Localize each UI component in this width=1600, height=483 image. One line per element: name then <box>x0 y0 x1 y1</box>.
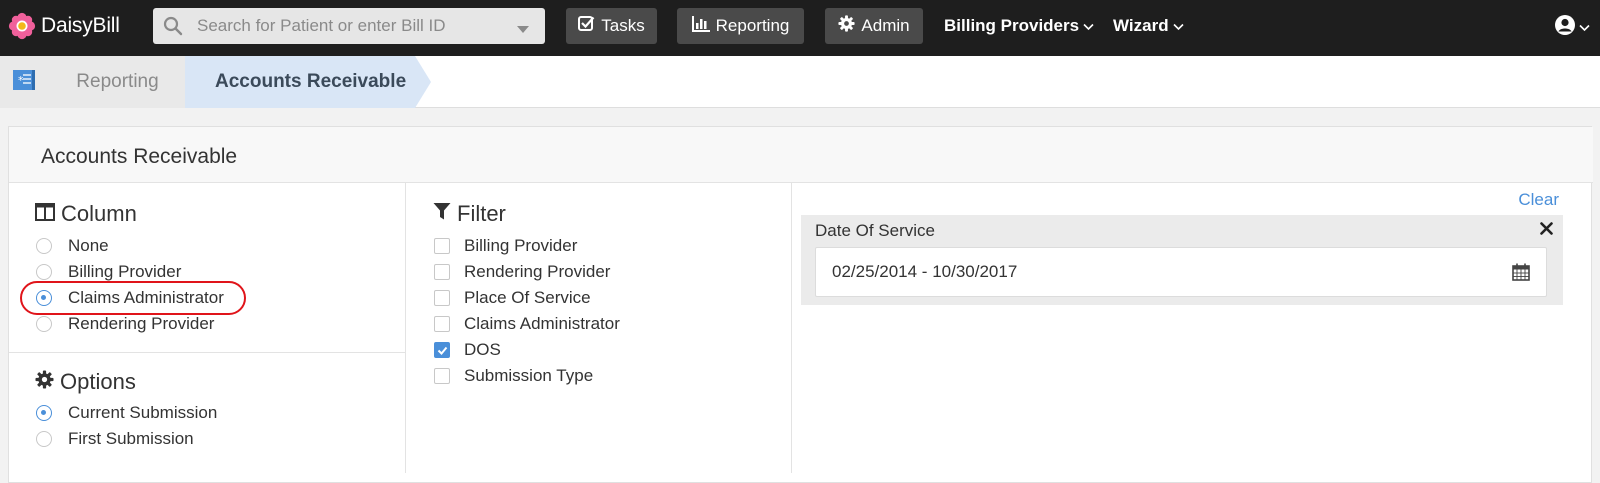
search-box[interactable] <box>153 8 545 44</box>
bar-chart-icon <box>691 15 710 37</box>
gear-icon <box>838 15 855 37</box>
checkbox[interactable] <box>434 316 450 332</box>
admin-button[interactable]: Admin <box>825 8 923 44</box>
option-label: Claims Administrator <box>464 314 620 333</box>
annotation-highlight-circle <box>20 281 246 315</box>
radio-button[interactable] <box>36 264 52 280</box>
column-option-billing-provider[interactable]: Billing Provider <box>36 261 181 283</box>
check-square-icon <box>578 15 595 37</box>
wizard-menu[interactable]: Wizard <box>1113 16 1184 36</box>
radio-button[interactable] <box>36 316 52 332</box>
gear-icon <box>35 369 54 395</box>
option-label: Billing Provider <box>464 236 578 255</box>
checkbox[interactable] <box>434 238 450 254</box>
filter-option-place-of-service[interactable]: Place Of Service <box>434 287 591 309</box>
user-avatar-icon <box>1554 14 1576 41</box>
billing-providers-menu[interactable]: Billing Providers <box>944 16 1094 36</box>
bill-document-icon: * <box>12 67 38 98</box>
top-navbar: DaisyBill Tasks Reporting Admin Billing … <box>0 0 1600 56</box>
breadcrumb: * Reporting Accounts Receivable <box>0 56 1600 108</box>
breadcrumb-item-reporting[interactable]: Reporting <box>50 56 185 108</box>
checkbox-checked[interactable] <box>434 342 450 358</box>
option-label: Billing Provider <box>68 262 182 281</box>
option-label: Rendering Provider <box>68 314 215 333</box>
clear-filters-link[interactable]: Clear <box>1518 190 1559 210</box>
active-filters-section: Clear Date Of Service 02/25/2014 - 10/30… <box>792 183 1592 473</box>
close-icon[interactable] <box>1540 222 1553 240</box>
wizard-label: Wizard <box>1113 16 1169 35</box>
option-label: Current Submission <box>68 403 218 422</box>
reporting-button[interactable]: Reporting <box>677 8 804 44</box>
checkbox[interactable] <box>434 264 450 280</box>
option-label: None <box>68 236 109 255</box>
column-options-section: Column None Billing Provider Claims Admi… <box>9 183 406 473</box>
breadcrumb-home[interactable]: * <box>0 56 50 108</box>
page-title: Accounts Receivable <box>41 145 238 168</box>
user-menu[interactable] <box>1554 14 1590 41</box>
option-label: DOS <box>464 340 501 359</box>
option-label: Place Of Service <box>464 288 591 307</box>
column-heading-label: Column <box>61 201 137 226</box>
breadcrumb-label: Reporting <box>76 71 159 92</box>
option-label: First Submission <box>68 429 194 448</box>
column-option-rendering-provider[interactable]: Rendering Provider <box>36 313 214 335</box>
filter-heading-label: Filter <box>457 201 506 226</box>
svg-text:*: * <box>18 74 24 87</box>
billing-providers-label: Billing Providers <box>944 16 1080 35</box>
radio-button-selected[interactable] <box>36 405 52 421</box>
filter-option-billing-provider[interactable]: Billing Provider <box>434 235 577 257</box>
section-divider <box>9 352 405 353</box>
columns-icon <box>35 201 55 227</box>
column-heading: Column <box>35 201 137 227</box>
search-input[interactable] <box>197 16 507 36</box>
filter-option-rendering-provider[interactable]: Rendering Provider <box>434 261 610 283</box>
date-of-service-filter: Date Of Service 02/25/2014 - 10/30/2017 <box>801 215 1563 305</box>
radio-button[interactable] <box>36 238 52 254</box>
option-label: Rendering Provider <box>464 262 611 281</box>
date-range-value: 02/25/2014 - 10/30/2017 <box>832 262 1018 281</box>
brand-name: DaisyBill <box>41 14 120 37</box>
reporting-label: Reporting <box>715 16 790 35</box>
option-label: Submission Type <box>464 366 594 385</box>
daisy-logo-icon <box>8 12 36 40</box>
panel-header: Accounts Receivable <box>9 127 1593 183</box>
options-heading-label: Options <box>60 369 136 394</box>
checkbox[interactable] <box>434 290 450 306</box>
logo[interactable]: DaisyBill <box>8 12 120 40</box>
tasks-label: Tasks <box>601 16 645 35</box>
chevron-down-icon <box>1083 16 1094 36</box>
radio-button[interactable] <box>36 431 52 447</box>
column-option-none[interactable]: None <box>36 235 109 257</box>
calendar-icon[interactable] <box>1512 263 1530 286</box>
filter-option-dos[interactable]: DOS <box>434 339 501 361</box>
chevron-down-icon <box>1173 16 1184 36</box>
search-icon <box>153 16 193 36</box>
tasks-button[interactable]: Tasks <box>566 8 657 44</box>
filter-funnel-icon <box>433 201 451 227</box>
options-first-submission[interactable]: First Submission <box>36 428 194 450</box>
chevron-down-icon <box>1579 19 1590 37</box>
filter-heading: Filter <box>433 201 506 227</box>
report-panel: Accounts Receivable Column None Billing … <box>8 126 1593 483</box>
checkbox[interactable] <box>434 368 450 384</box>
breadcrumb-item-accounts-receivable: Accounts Receivable <box>185 56 433 108</box>
filter-option-claims-administrator[interactable]: Claims Administrator <box>434 313 620 335</box>
filter-options-section: Filter Billing Provider Rendering Provid… <box>406 183 792 473</box>
date-range-input[interactable]: 02/25/2014 - 10/30/2017 <box>815 247 1547 297</box>
caret-down-icon[interactable] <box>517 21 529 39</box>
admin-label: Admin <box>861 16 910 35</box>
breadcrumb-label: Accounts Receivable <box>215 71 407 92</box>
options-current-submission[interactable]: Current Submission <box>36 402 217 424</box>
options-heading: Options <box>35 369 136 395</box>
filter-title: Date Of Service <box>815 221 935 240</box>
filter-option-submission-type[interactable]: Submission Type <box>434 365 593 387</box>
